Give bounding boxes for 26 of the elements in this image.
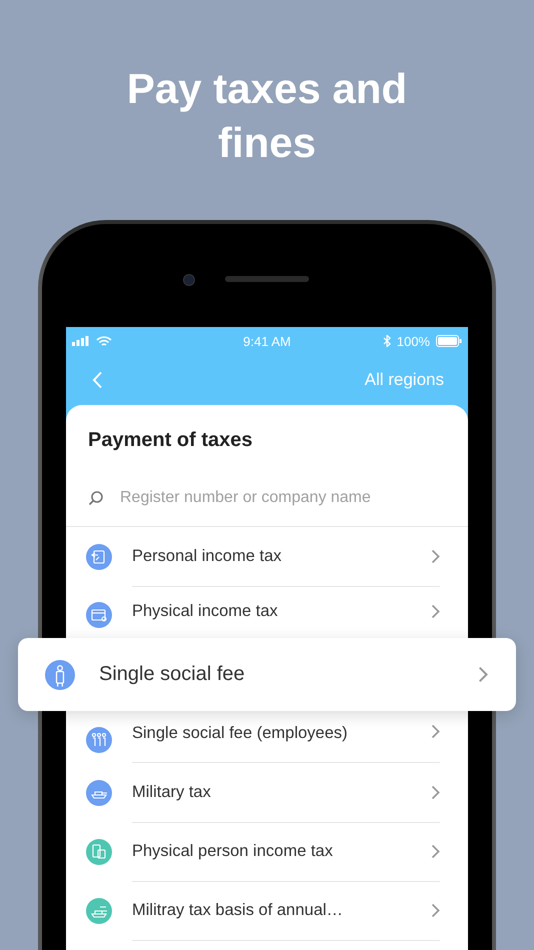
highlighted-tax-item[interactable]: Single social fee — [18, 638, 516, 711]
chevron-right-icon — [431, 902, 440, 918]
battery-icon — [436, 335, 462, 347]
status-time: 9:41 AM — [243, 334, 291, 348]
chevron-right-icon — [478, 666, 488, 683]
chevron-right-icon — [431, 604, 440, 619]
wifi-icon — [96, 336, 112, 346]
chevron-right-icon — [431, 844, 440, 858]
tax-item[interactable]: Physical person income tax — [66, 822, 468, 881]
search-icon — [88, 490, 104, 506]
chevron-right-icon — [431, 548, 440, 564]
camera-lens — [183, 274, 195, 286]
battery-percent: 100% — [396, 334, 430, 348]
bluetooth-icon — [382, 335, 391, 347]
search-field[interactable]: Register number or company name — [120, 486, 430, 508]
tax-item[interactable]: Personal income tax — [66, 527, 468, 586]
tax-item[interactable]: Military tax — [66, 763, 468, 822]
back-icon[interactable] — [92, 371, 103, 389]
headline: Pay taxes and fines — [126, 64, 408, 160]
tax-item[interactable]: Militray tax basis of annual… — [66, 881, 468, 940]
tax-item[interactable]: Single social fee (employees) — [66, 711, 468, 763]
chevron-right-icon — [431, 784, 440, 800]
card-title: Payment of taxes — [87, 428, 254, 453]
signal-icon — [72, 336, 90, 346]
chevron-right-icon — [431, 724, 440, 739]
tax-item[interactable]: Physical income tax — [66, 586, 468, 638]
